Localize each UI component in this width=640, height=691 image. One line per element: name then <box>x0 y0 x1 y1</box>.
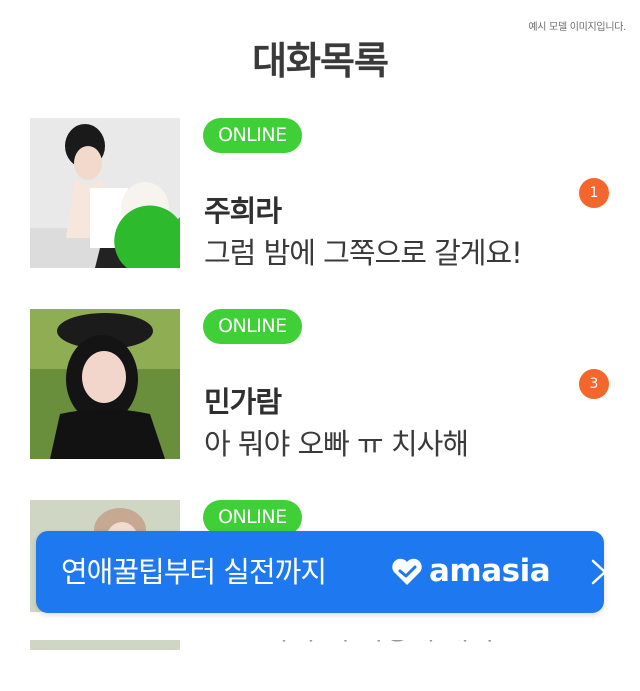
online-status-badge: ONLINE <box>203 500 302 535</box>
avatar <box>30 309 180 459</box>
bottom-fade <box>0 612 640 640</box>
online-status-badge: ONLINE <box>203 118 302 153</box>
avatar <box>30 118 180 268</box>
banner-text: 연애꿀팁부터 실전까지 <box>61 555 327 589</box>
chevron-right-icon[interactable] <box>589 558 609 586</box>
brand-logo: amasia <box>429 553 551 589</box>
chat-last-message: 아 뭐야 오빠 ㅠ 치사해 <box>204 427 469 461</box>
unread-count-badge: 3 <box>579 369 609 399</box>
avatar-photo <box>30 309 180 459</box>
chat-last-message: 그럼 밤에 그쪽으로 갈게요! <box>204 236 523 270</box>
page-title: 대화목록 <box>252 39 389 83</box>
unread-count-badge: 1 <box>579 178 609 208</box>
chat-item[interactable]: ONLINE 민가람 아 뭐야 오빠 ㅠ 치사해 3 <box>0 309 640 500</box>
online-status-badge: ONLINE <box>203 309 302 344</box>
heart-icon <box>392 558 422 585</box>
chat-item[interactable]: ONLINE 주희라 그럼 밤에 그쪽으로 갈게요! 1 <box>0 118 640 309</box>
heart-icon <box>114 205 180 268</box>
chat-name: 민가람 <box>204 385 282 419</box>
chat-name: 주희라 <box>204 194 282 228</box>
promo-banner[interactable]: 연애꿀팁부터 실전까지 amasia <box>36 531 607 613</box>
